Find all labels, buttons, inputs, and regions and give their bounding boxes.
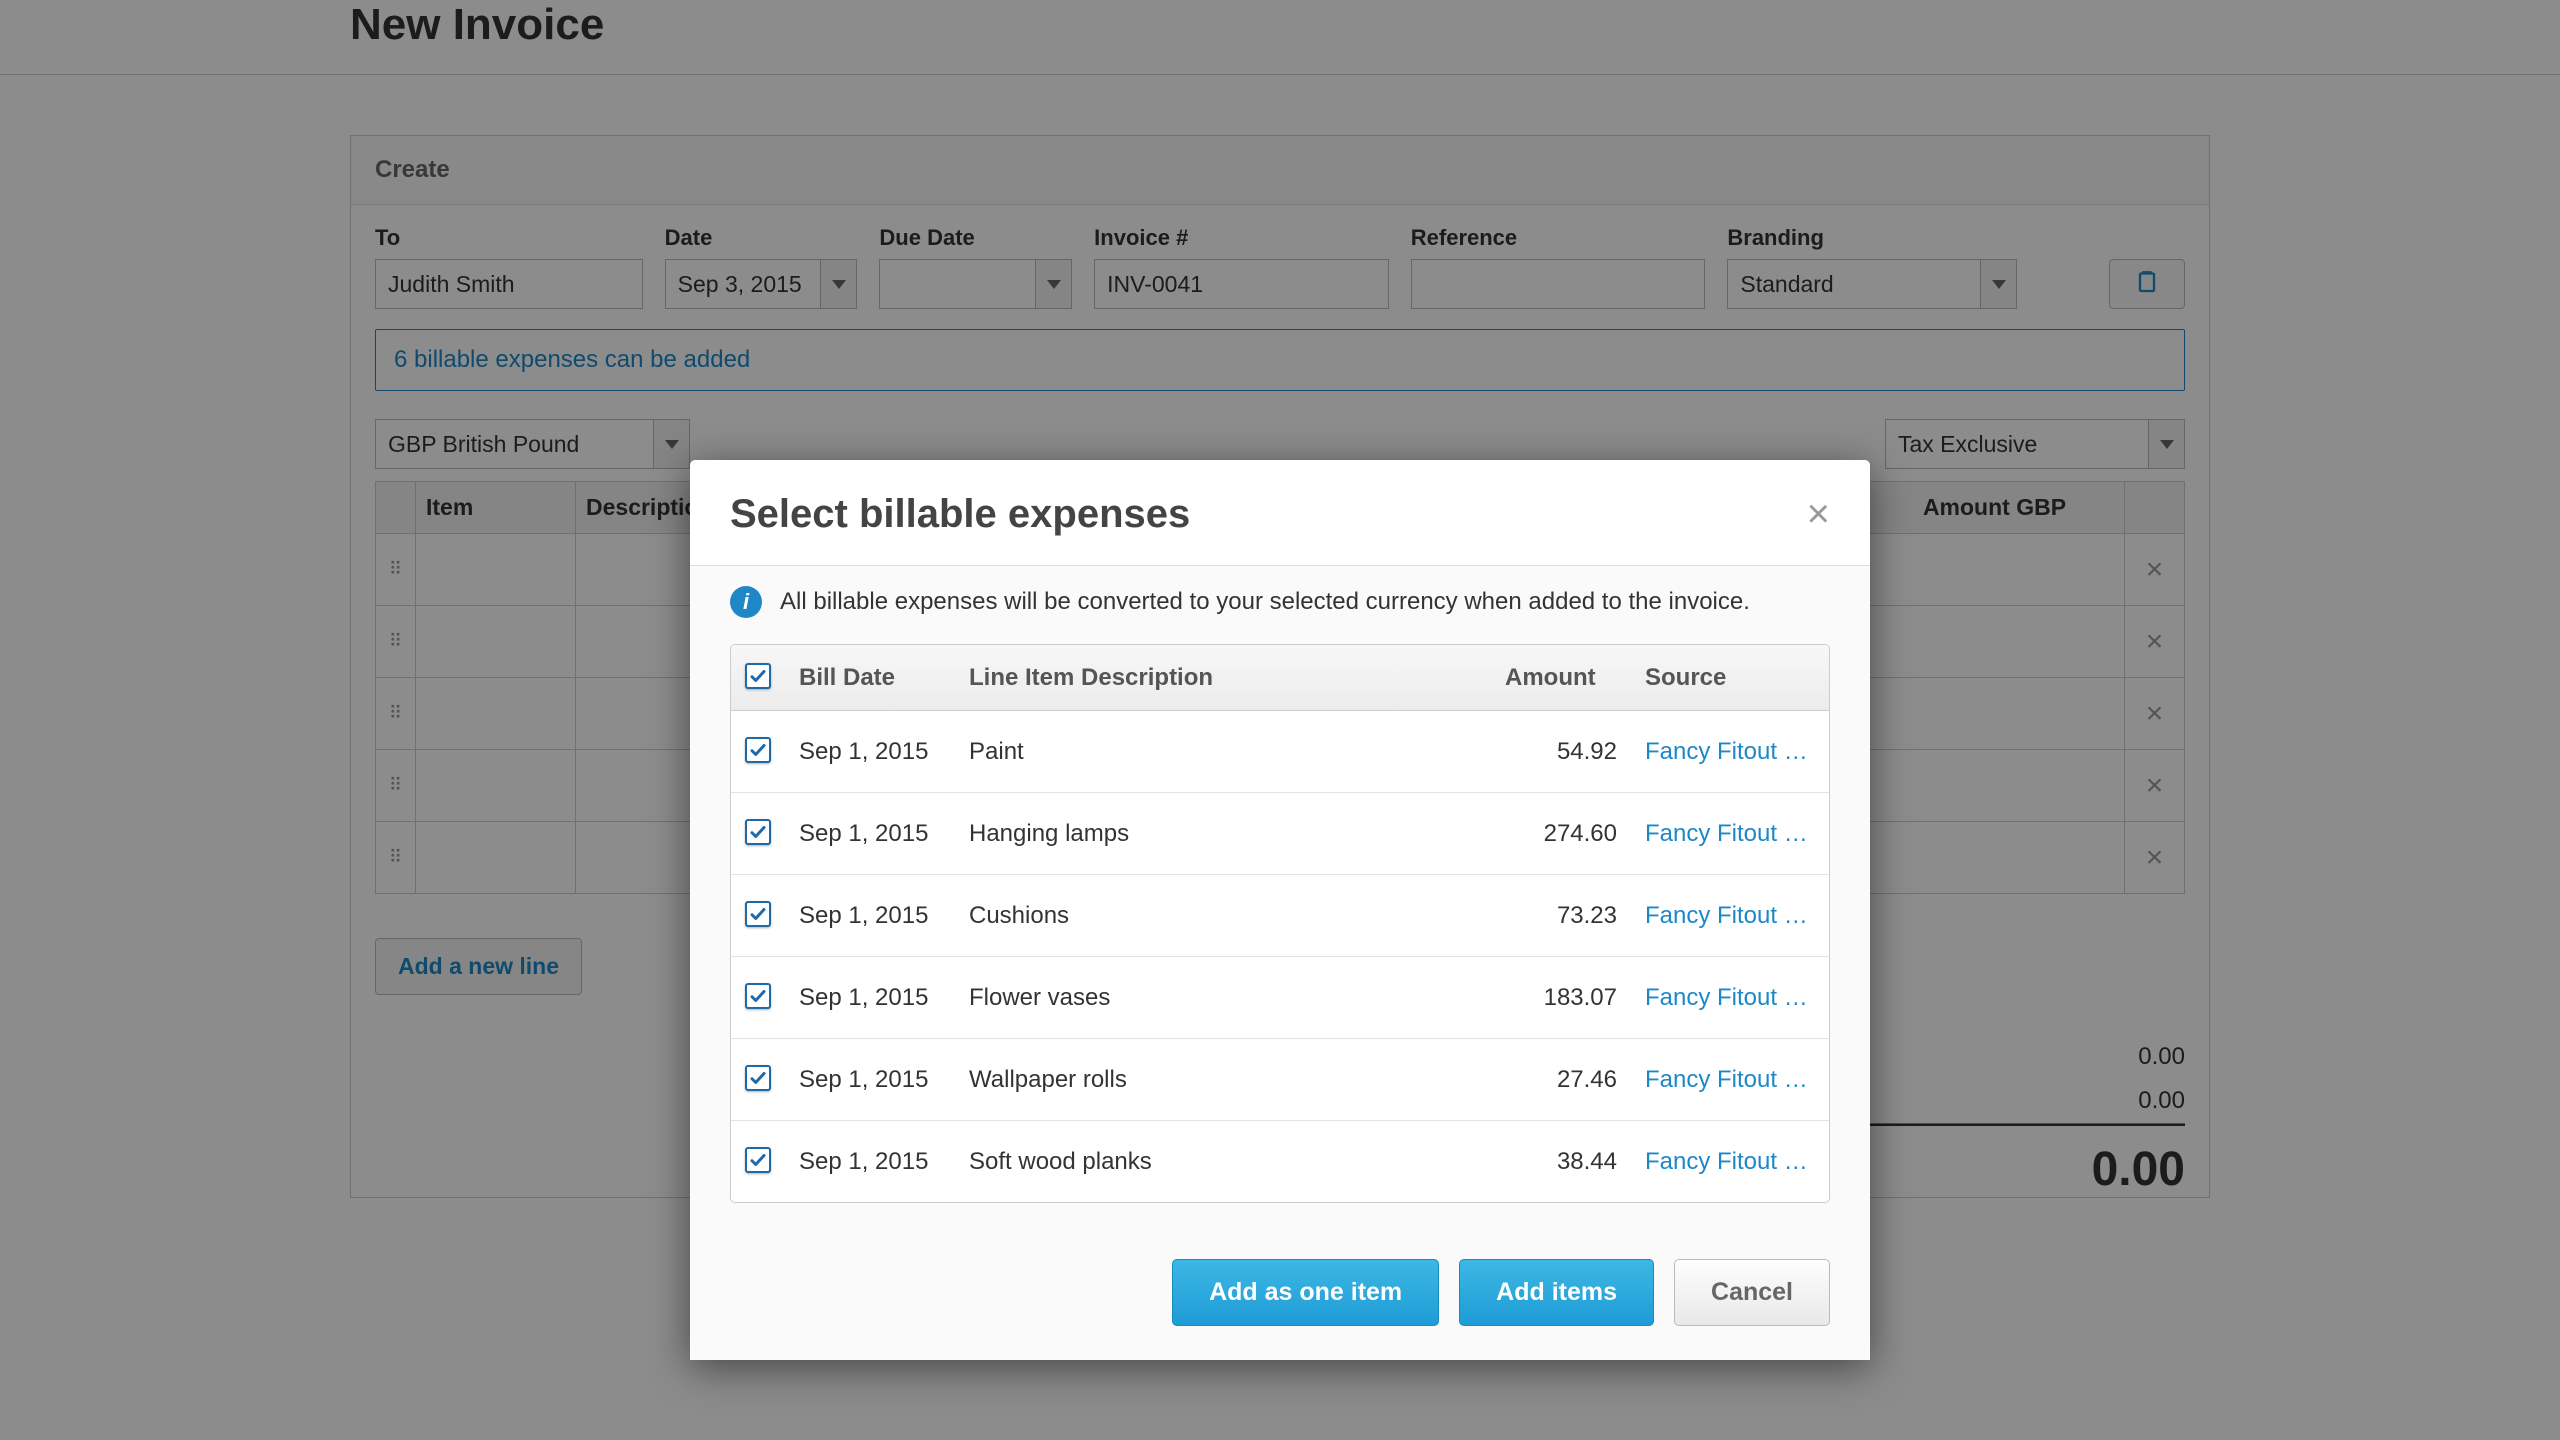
row-date: Sep 1, 2015	[785, 875, 955, 957]
row-amount: 73.23	[1491, 875, 1631, 957]
row-date: Sep 1, 2015	[785, 793, 955, 875]
expense-row[interactable]: Sep 1, 2015Wallpaper rolls27.46 Fancy Fit…	[731, 1039, 1829, 1121]
row-description: Cushions	[955, 875, 1491, 957]
row-description: Paint	[955, 711, 1491, 793]
expense-row[interactable]: Sep 1, 2015Paint54.92 Fancy Fitout S…	[731, 711, 1829, 793]
row-date: Sep 1, 2015	[785, 711, 955, 793]
add-items-button[interactable]: Add items	[1459, 1259, 1654, 1326]
row-checkbox[interactable]	[745, 1065, 771, 1091]
row-description: Hanging lamps	[955, 793, 1491, 875]
modal-overlay: Select billable expenses × i All billabl…	[0, 0, 2560, 1440]
row-checkbox[interactable]	[745, 983, 771, 1009]
col-source: Source	[1631, 645, 1829, 711]
row-date: Sep 1, 2015	[785, 957, 955, 1039]
col-line-description: Line Item Description	[955, 645, 1491, 711]
expense-row[interactable]: Sep 1, 2015Flower vases183.07 Fancy Fitou…	[731, 957, 1829, 1039]
row-amount: 183.07	[1491, 957, 1631, 1039]
row-source-link[interactable]: Fancy Fitout S…	[1645, 820, 1815, 848]
select-all-checkbox[interactable]	[745, 663, 771, 689]
row-source-link[interactable]: Fancy Fitout S…	[1645, 902, 1815, 930]
row-description: Wallpaper rolls	[955, 1039, 1491, 1121]
row-source-link[interactable]: Fancy Fitout S…	[1645, 984, 1815, 1012]
row-date: Sep 1, 2015	[785, 1039, 955, 1121]
row-checkbox[interactable]	[745, 1147, 771, 1173]
row-checkbox[interactable]	[745, 819, 771, 845]
info-icon: i	[730, 586, 762, 618]
row-source-link[interactable]: Fancy Fitout S…	[1645, 1066, 1815, 1094]
expenses-table: Bill Date Line Item Description Amount S…	[730, 644, 1830, 1203]
col-bill-date: Bill Date	[785, 645, 955, 711]
row-source-link[interactable]: Fancy Fitout S…	[1645, 738, 1815, 766]
expense-row[interactable]: Sep 1, 2015Soft wood planks38.44 Fancy Fi…	[731, 1121, 1829, 1202]
expense-row[interactable]: Sep 1, 2015Hanging lamps274.60 Fancy Fito…	[731, 793, 1829, 875]
billable-expenses-modal: Select billable expenses × i All billabl…	[690, 460, 1870, 1360]
row-amount: 54.92	[1491, 711, 1631, 793]
col-amount: Amount	[1491, 645, 1631, 711]
modal-close-button[interactable]: ×	[1807, 492, 1830, 537]
modal-title: Select billable expenses	[730, 492, 1190, 537]
row-amount: 27.46	[1491, 1039, 1631, 1121]
row-checkbox[interactable]	[745, 737, 771, 763]
modal-info-text: All billable expenses will be converted …	[780, 588, 1750, 616]
row-description: Flower vases	[955, 957, 1491, 1039]
row-date: Sep 1, 2015	[785, 1121, 955, 1202]
row-description: Soft wood planks	[955, 1121, 1491, 1202]
cancel-button[interactable]: Cancel	[1674, 1259, 1830, 1326]
add-as-one-item-button[interactable]: Add as one item	[1172, 1259, 1439, 1326]
expense-row[interactable]: Sep 1, 2015Cushions73.23 Fancy Fitout S…	[731, 875, 1829, 957]
row-source-link[interactable]: Fancy Fitout S…	[1645, 1148, 1815, 1176]
row-checkbox[interactable]	[745, 901, 771, 927]
row-amount: 38.44	[1491, 1121, 1631, 1202]
row-amount: 274.60	[1491, 793, 1631, 875]
